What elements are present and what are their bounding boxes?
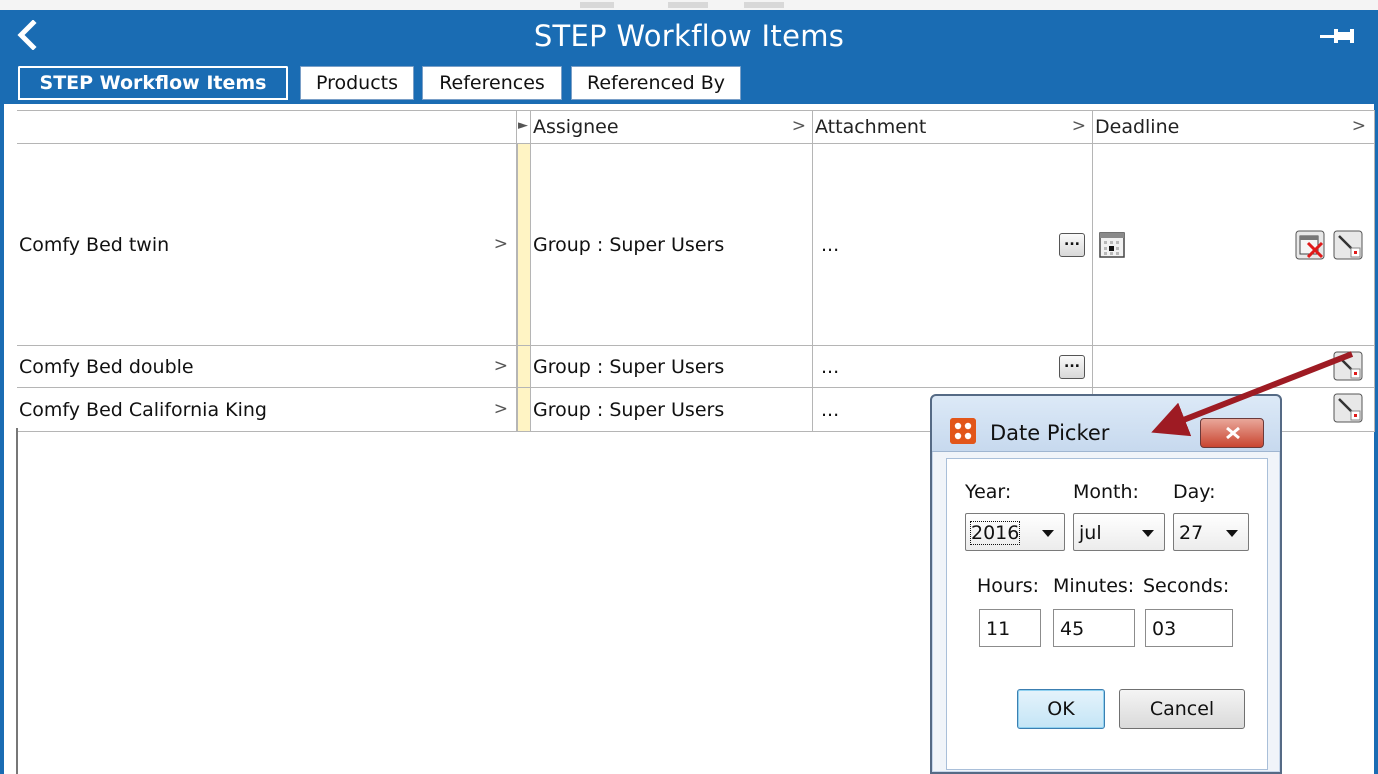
table-row[interactable]: Comfy Bed double > Group : Super Users .… xyxy=(17,346,1375,388)
column-header-assignee[interactable]: Assignee > xyxy=(531,111,813,143)
day-label: Day: xyxy=(1173,481,1216,503)
column-chevron[interactable]: > xyxy=(1352,116,1366,136)
grip-3 xyxy=(744,2,784,8)
chevron-down-icon xyxy=(1142,530,1154,537)
year-value: 2016 xyxy=(969,521,1021,545)
grip-1 xyxy=(580,2,614,8)
deadline-cell[interactable] xyxy=(1093,346,1375,387)
minutes-input[interactable]: 45 xyxy=(1053,609,1135,647)
seconds-label: Seconds: xyxy=(1143,575,1230,597)
cancel-button[interactable]: Cancel xyxy=(1119,689,1245,729)
attachment-value: ... xyxy=(821,233,840,256)
table-row[interactable]: Comfy Bed twin > Group : Super Users ...… xyxy=(17,144,1375,346)
hours-input[interactable]: 11 xyxy=(979,609,1041,647)
close-icon xyxy=(1226,426,1240,440)
grip-2 xyxy=(668,2,708,8)
tab-step-workflow-items[interactable]: STEP Workflow Items xyxy=(16,64,290,100)
attachment-value: ... xyxy=(821,355,840,378)
edit-date-icon[interactable] xyxy=(1333,351,1363,381)
month-select[interactable]: jul xyxy=(1073,513,1165,551)
pin-icon[interactable] xyxy=(1320,27,1358,45)
attachment-browse-button[interactable]: ... xyxy=(1059,355,1085,379)
hours-label: Hours: xyxy=(977,575,1040,597)
title-bar: STEP Workflow Items xyxy=(0,10,1378,60)
assignee-cell[interactable]: Group : Super Users xyxy=(531,144,813,345)
item-name-cell[interactable]: Comfy Bed California King > xyxy=(17,388,517,431)
table-header: ► Assignee > Attachment > Deadline > xyxy=(17,110,1375,144)
chevron-down-icon xyxy=(1226,530,1238,537)
window-title: STEP Workflow Items xyxy=(533,19,845,53)
table-left-edge xyxy=(16,428,18,774)
marker-column xyxy=(517,346,531,387)
month-value: jul xyxy=(1079,522,1102,544)
column-header-attachment[interactable]: Attachment > xyxy=(813,111,1093,143)
close-button[interactable] xyxy=(1200,418,1264,448)
dialog-body: Year: Month: Day: 2016 jul 27 Hours: Min… xyxy=(946,458,1268,770)
attachment-browse-button[interactable]: ... xyxy=(1059,233,1085,257)
edit-date-icon[interactable] xyxy=(1333,230,1363,260)
dialog-title-bar[interactable]: Date Picker xyxy=(932,396,1280,452)
column-header-marker: ► xyxy=(517,111,531,143)
column-header-name[interactable] xyxy=(17,111,517,143)
deadline-cell[interactable] xyxy=(1093,144,1375,345)
calendar-icon[interactable] xyxy=(1099,232,1125,258)
top-strip xyxy=(0,0,1378,10)
tab-bar: STEP Workflow Items Products References … xyxy=(4,60,1374,100)
date-picker-dialog: Date Picker Year: Month: Day: 2016 jul 2… xyxy=(930,394,1282,774)
column-header-label: Attachment xyxy=(815,116,927,138)
assignee-cell[interactable]: Group : Super Users xyxy=(531,346,813,387)
day-value: 27 xyxy=(1179,522,1204,544)
column-chevron[interactable]: > xyxy=(1072,116,1086,136)
clear-date-icon[interactable] xyxy=(1295,230,1325,260)
marker-column xyxy=(517,388,531,431)
chevron-down-icon xyxy=(1042,530,1054,537)
edit-date-icon[interactable] xyxy=(1333,393,1363,423)
column-header-label: Assignee xyxy=(533,116,619,138)
tab-label: References xyxy=(439,72,545,94)
day-select[interactable]: 27 xyxy=(1173,513,1249,551)
row-chevron[interactable]: > xyxy=(494,399,508,419)
item-name: Comfy Bed double xyxy=(19,355,194,378)
minutes-label: Minutes: xyxy=(1053,575,1135,597)
item-name: Comfy Bed California King xyxy=(19,398,267,421)
ok-button[interactable]: OK xyxy=(1017,689,1105,729)
year-select[interactable]: 2016 xyxy=(965,513,1065,551)
attachment-cell[interactable]: ... ... xyxy=(813,346,1093,387)
tab-references[interactable]: References xyxy=(420,64,564,100)
tab-label: Products xyxy=(315,72,399,94)
item-name-cell[interactable]: Comfy Bed twin > xyxy=(17,144,517,345)
tab-products[interactable]: Products xyxy=(298,64,416,100)
dialog-title: Date Picker xyxy=(990,421,1110,445)
tab-label: Referenced By xyxy=(586,72,726,94)
row-chevron[interactable]: > xyxy=(494,234,508,254)
item-name: Comfy Bed twin xyxy=(19,233,170,256)
column-chevron[interactable]: > xyxy=(792,116,806,136)
item-name-cell[interactable]: Comfy Bed double > xyxy=(17,346,517,387)
row-chevron[interactable]: > xyxy=(494,356,508,376)
year-label: Year: xyxy=(965,481,1012,503)
tab-referenced-by[interactable]: Referenced By xyxy=(569,64,743,100)
month-label: Month: xyxy=(1073,481,1139,503)
marker-column xyxy=(517,144,531,345)
assignee-cell[interactable]: Group : Super Users xyxy=(531,388,813,431)
attachment-cell[interactable]: ... ... xyxy=(813,144,1093,345)
attachment-value: ... xyxy=(821,398,840,421)
app-icon xyxy=(950,418,976,444)
tab-label: STEP Workflow Items xyxy=(39,72,267,94)
column-header-deadline[interactable]: Deadline > xyxy=(1093,111,1375,143)
column-header-label: Deadline xyxy=(1095,116,1180,138)
seconds-input[interactable]: 03 xyxy=(1145,609,1233,647)
